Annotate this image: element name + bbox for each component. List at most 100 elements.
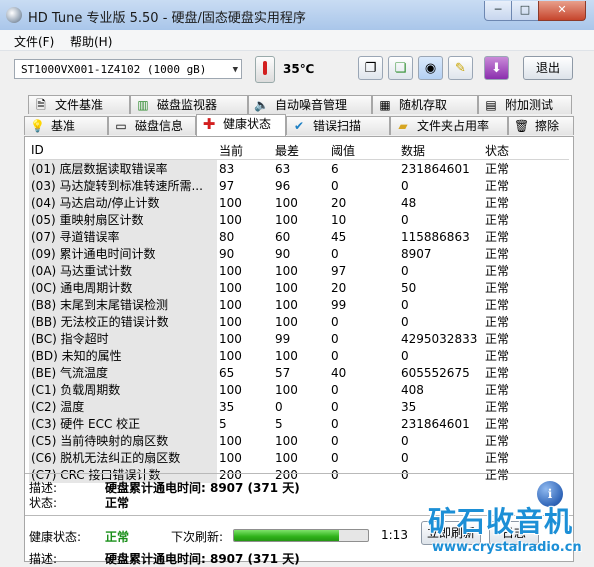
tab-label: 附加测试 [505, 98, 554, 112]
worst-value: 100 [275, 297, 298, 312]
tab-health[interactable]: ✚ 健康状态 [196, 114, 286, 136]
save-button[interactable]: ⬇ [484, 56, 509, 80]
copy-info-button[interactable]: ❐ [358, 56, 383, 80]
raw-data: 8907 [401, 246, 432, 261]
status-value: 正常 [105, 496, 130, 510]
smart-row[interactable]: (C5) 当前待映射的扇区数 100 100 0 0 正常 [29, 432, 569, 449]
menu-help[interactable]: 帮助(H) [70, 33, 112, 50]
raw-data: 0 [401, 297, 409, 312]
current-value: 35 [219, 399, 235, 414]
raw-data: 0 [401, 467, 409, 482]
copy-icon: ❐ [364, 61, 377, 76]
attribute-status: 正常 [485, 247, 510, 261]
threshold-value: 40 [331, 365, 347, 380]
attribute-name: (C5) 当前待映射的扇区数 [29, 432, 217, 449]
maximize-button[interactable]: □ [511, 1, 539, 21]
smart-row[interactable]: (04) 马达启动/停止计数 100 100 20 48 正常 [29, 194, 569, 211]
smart-row[interactable]: (01) 底层数据读取错误率 83 63 6 231864601 正常 [29, 159, 569, 177]
header-threshold[interactable]: 阈值 [329, 141, 399, 160]
menu-file[interactable]: 文件(F) [14, 33, 54, 50]
drive-select[interactable]: ST1000VX001-1Z4102 (1000 gB) ▼ [14, 59, 242, 79]
attribute-status: 正常 [485, 162, 510, 176]
health-panel: ID 当前 最差 阈值 数据 状态 (01) 底层数据读取错误率 83 63 6 231… [24, 136, 574, 566]
current-value: 100 [219, 331, 242, 346]
smart-row[interactable]: (05) 重映射扇区计数 100 100 10 0 正常 [29, 211, 569, 228]
minimize-button[interactable]: ─ [484, 1, 512, 21]
smart-row[interactable]: (C1) 负载周期数 100 100 0 408 正常 [29, 381, 569, 398]
tab-aam[interactable]: 🔈 自动噪音管理 [248, 95, 372, 114]
smart-row[interactable]: (BD) 未知的属性 100 100 0 0 正常 [29, 347, 569, 364]
worst-value: 100 [275, 263, 298, 278]
header-status[interactable]: 状态 [483, 141, 569, 160]
attribute-name: (C6) 脱机无法纠正的扇区数 [29, 449, 217, 466]
tab-benchmark[interactable]: 💡 基准 [24, 116, 108, 135]
threshold-value: 20 [331, 195, 347, 210]
smart-row[interactable]: (BE) 气流温度 65 57 40 605552675 正常 [29, 364, 569, 381]
random-access-icon: ▦ [379, 98, 391, 112]
attribute-name: (09) 累计通电时间计数 [29, 245, 217, 262]
smart-row[interactable]: (C6) 脱机无法纠正的扇区数 100 100 0 0 正常 [29, 449, 569, 466]
smart-row[interactable]: (B8) 末尾到末尾错误检测 100 100 99 0 正常 [29, 296, 569, 313]
smart-row[interactable]: (C2) 温度 35 0 0 35 正常 [29, 398, 569, 415]
attribute-name: (05) 重映射扇区计数 [29, 211, 217, 228]
attribute-name: (BE) 气流温度 [29, 364, 217, 381]
tab-disk-monitor[interactable]: ▥ 磁盘监视器 [130, 95, 248, 114]
smart-row[interactable]: (0A) 马达重试计数 100 100 97 0 正常 [29, 262, 569, 279]
worst-value: 100 [275, 348, 298, 363]
raw-data: 408 [401, 382, 424, 397]
tab-folder-usage[interactable]: ▰ 文件夹占用率 [390, 116, 508, 135]
threshold-value: 99 [331, 297, 347, 312]
wrench-icon: ✎ [455, 61, 466, 76]
tab-label: 文件夹占用率 [417, 119, 490, 133]
copy-all-icon: ❏ [394, 61, 407, 76]
tab-label: 磁盘监视器 [157, 98, 218, 112]
tab-disk-info[interactable]: ▭ 磁盘信息 [108, 116, 196, 135]
threshold-value: 0 [331, 314, 339, 329]
attribute-status: 正常 [485, 349, 510, 363]
worst-value: 100 [275, 195, 298, 210]
description-label-repeat: 描述: [29, 552, 58, 566]
raw-data: 50 [401, 280, 417, 295]
header-worst[interactable]: 最差 [273, 141, 329, 160]
raw-data: 0 [401, 314, 409, 329]
current-value: 97 [219, 178, 235, 193]
current-value: 100 [219, 195, 242, 210]
attribute-status: 正常 [485, 332, 510, 346]
current-value: 100 [219, 450, 242, 465]
attribute-name: (C3) 硬件 ECC 校正 [29, 415, 217, 432]
exit-button[interactable]: 退出 [523, 56, 573, 80]
screenshot-button[interactable]: ◉ [418, 56, 443, 80]
current-value: 100 [219, 314, 242, 329]
tab-extra-tests[interactable]: ▤ 附加测试 [478, 95, 572, 114]
smart-row[interactable]: (BB) 无法校正的错误计数 100 100 0 0 正常 [29, 313, 569, 330]
attribute-status: 正常 [485, 264, 510, 278]
attribute-status: 正常 [485, 451, 510, 465]
smart-row[interactable]: (BC) 指令超时 100 99 0 4295032833 正常 [29, 330, 569, 347]
smart-row[interactable]: (0C) 通电周期计数 100 100 20 50 正常 [29, 279, 569, 296]
tab-label: 随机存取 [399, 98, 448, 112]
tab-error-scan[interactable]: ✔ 错误扫描 [286, 116, 390, 135]
tab-random-access[interactable]: ▦ 随机存取 [372, 95, 478, 114]
smart-table-header: ID 当前 最差 阈值 数据 状态 [29, 141, 569, 160]
health-status-label: 健康状态: [29, 530, 82, 544]
smart-row[interactable]: (03) 马达旋转到标准转速所需... 97 96 0 0 正常 [29, 177, 569, 194]
threshold-value: 0 [331, 450, 339, 465]
header-id[interactable]: ID [29, 141, 217, 160]
header-current[interactable]: 当前 [217, 141, 273, 160]
raw-data: 605552675 [401, 365, 470, 380]
copy-all-button[interactable]: ❏ [388, 56, 413, 80]
smart-row[interactable]: (C3) 硬件 ECC 校正 5 5 0 231864601 正常 [29, 415, 569, 432]
tab-file-benchmark[interactable]: 🗎 文件基准 [28, 95, 130, 114]
current-value: 80 [219, 229, 235, 244]
close-button[interactable]: ✕ [538, 1, 586, 21]
download-arrow-icon: ⬇ [491, 61, 502, 76]
smart-row[interactable]: (07) 寻道错误率 80 60 45 115886863 正常 [29, 228, 569, 245]
attribute-status: 正常 [485, 281, 510, 295]
worst-value: 100 [275, 212, 298, 227]
smart-row[interactable]: (09) 累计通电时间计数 90 90 0 8907 正常 [29, 245, 569, 262]
options-button[interactable]: ✎ [448, 56, 473, 80]
worst-value: 0 [275, 399, 283, 414]
current-value: 100 [219, 348, 242, 363]
tab-erase[interactable]: 🗑 擦除 [508, 116, 574, 135]
header-data[interactable]: 数据 [399, 141, 483, 160]
